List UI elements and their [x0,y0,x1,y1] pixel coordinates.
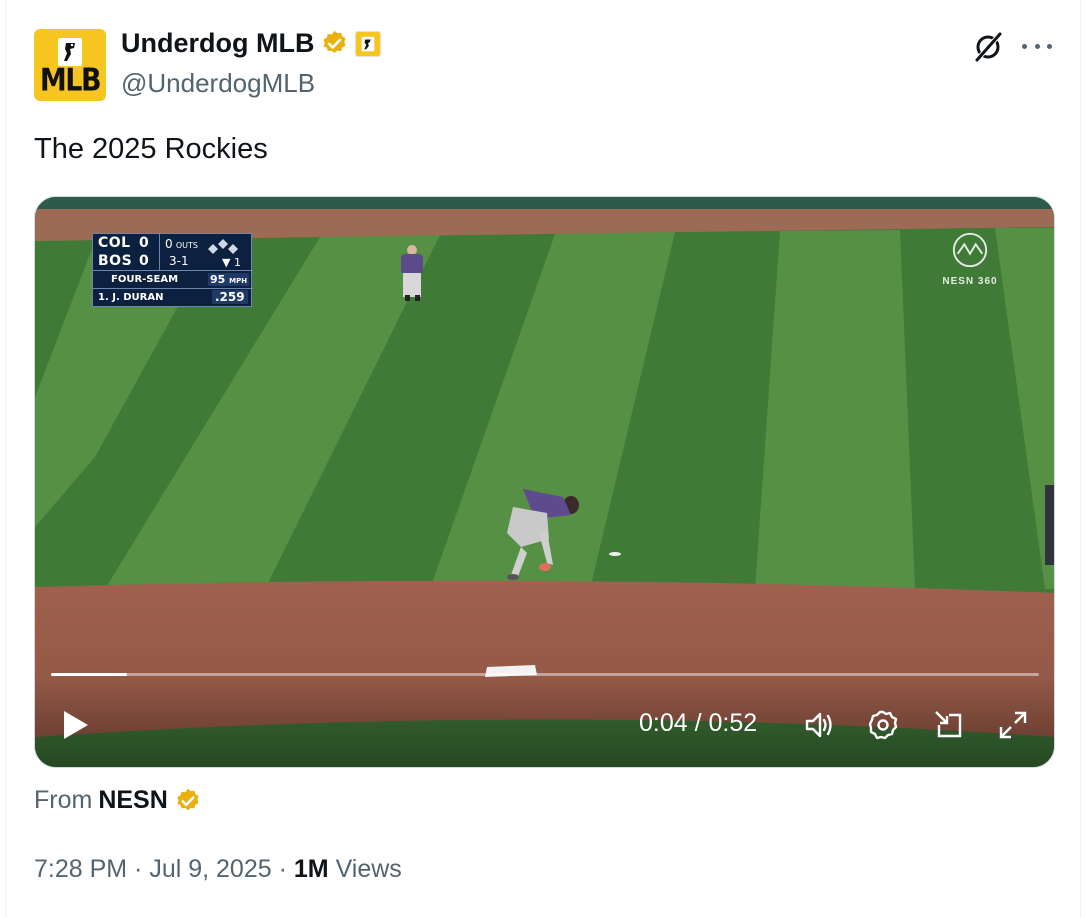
meta-separator: · [127,855,150,883]
grok-icon[interactable] [971,30,1005,64]
pitch-type: FOUR-SEAM [111,274,179,285]
source-prefix: From [34,786,93,814]
author-name-row[interactable]: Underdog MLB [121,28,382,59]
verified-badge-icon[interactable] [174,787,202,815]
author-display-name[interactable]: Underdog MLB [121,28,314,59]
settings-icon[interactable] [867,709,899,741]
pitch-count: 3-1 [169,254,189,268]
author-handle[interactable]: @UnderdogMLB [121,68,315,99]
scorebug-line [93,270,253,271]
away-score: 0 [139,235,149,251]
affiliate-badge-icon[interactable] [355,30,382,57]
batter-average: .259 [212,290,248,304]
nesn-logo-icon [952,232,988,268]
outs-indicator: 0 OUTS [165,237,198,251]
scorebug: COL 0 BOS 0 0 OUTS 3-1 ▼ 1 FOUR-SEAM 95 … [92,233,253,307]
tweet-time[interactable]: 7:28 PM [34,855,127,883]
network-logo: NESN 360 [940,231,1000,287]
video-progress-fill [51,673,128,676]
verified-badge-icon[interactable] [320,29,349,58]
meta-separator: · [271,855,294,883]
network-logo-text: NESN 360 [942,276,998,287]
video-player[interactable]: COL 0 BOS 0 0 OUTS 3-1 ▼ 1 FOUR-SEAM 95 … [34,196,1055,768]
views-count: 1M [293,855,329,883]
tweet-meta: 7:28 PM · Jul 9, 2025 · 1M Views [34,855,402,884]
fullscreen-icon[interactable] [997,709,1029,741]
scorebug-line [93,288,253,289]
play-icon[interactable] [59,709,91,741]
bases-diamond-icon [208,239,238,254]
video-source: From NESN [34,786,202,815]
pitch-speed: 95 MPH [208,273,250,286]
author-avatar[interactable]: MLB [34,29,106,101]
video-progress-bar[interactable] [51,673,1039,676]
source-name[interactable]: NESN [98,786,167,815]
tweet-date[interactable]: Jul 9, 2025 [149,855,271,883]
duration: 0:52 [708,709,758,737]
video-controls: 0:04 / 0:52 [35,677,1054,767]
batter-name: 1. J. DURAN [98,292,164,303]
more-icon[interactable] [1022,44,1052,52]
views-label: Views [335,855,402,883]
video-timecode: 0:04 / 0:52 [639,709,757,738]
away-team: COL [98,235,131,251]
avatar-text: MLB [39,62,102,99]
home-team: BOS [98,253,133,269]
volume-icon[interactable] [803,709,835,741]
time-separator: / [687,709,709,737]
scorebug-divider [159,234,160,270]
pip-icon[interactable] [933,709,965,741]
inning-indicator: ▼ 1 [222,256,241,269]
current-time: 0:04 [639,709,688,737]
home-score: 0 [139,253,149,269]
tweet-text: The 2025 Rockies [34,133,268,165]
